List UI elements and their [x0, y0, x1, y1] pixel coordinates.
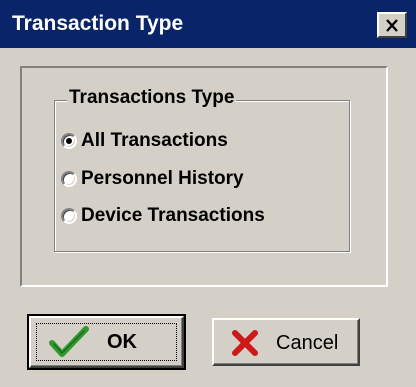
radio-button[interactable] [61, 171, 77, 187]
ok-label: OK [107, 331, 137, 353]
title-bar[interactable]: Transaction Type [0, 0, 416, 48]
radio-device-transactions[interactable]: Device Transactions [61, 202, 265, 230]
checkmark-icon [49, 326, 89, 357]
x-mark-icon [232, 330, 258, 356]
cancel-button[interactable]: Cancel [212, 318, 360, 366]
group-label: Transactions Type [67, 85, 237, 111]
cancel-label: Cancel [276, 332, 339, 354]
radio-selected-dot [66, 138, 72, 144]
radio-label: Personnel History [81, 168, 244, 189]
radio-personnel-history[interactable]: Personnel History [61, 165, 244, 193]
radio-label: Device Transactions [81, 205, 265, 226]
radio-button[interactable] [61, 208, 77, 224]
close-icon [386, 18, 398, 32]
radio-button[interactable] [61, 133, 77, 149]
content-panel: Transactions Type All Transactions Perso… [20, 66, 388, 287]
close-button[interactable] [377, 12, 407, 38]
radio-label: All Transactions [81, 130, 228, 151]
dialog-title: Transaction Type [12, 12, 184, 35]
transaction-type-dialog: Transaction Type Transactions Type All T… [0, 0, 416, 387]
ok-button[interactable]: OK [27, 314, 186, 370]
radio-all-transactions[interactable]: All Transactions [61, 127, 228, 155]
transactions-type-group: Transactions Type All Transactions Perso… [54, 85, 350, 252]
